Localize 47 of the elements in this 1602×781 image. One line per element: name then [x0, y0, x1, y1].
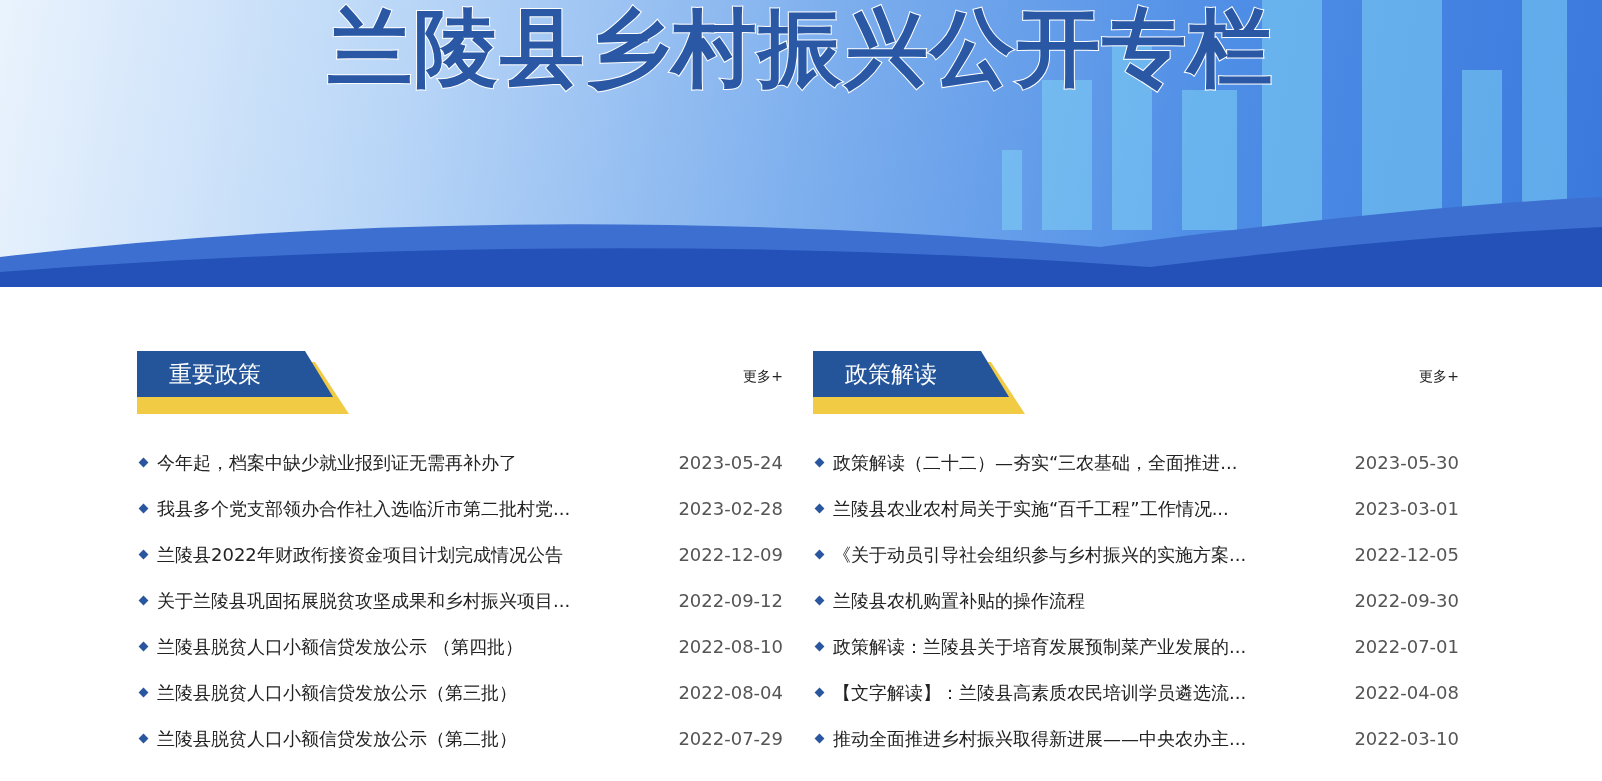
news-date: 2023-03-01	[1354, 496, 1459, 521]
news-date: 2022-08-10	[678, 634, 783, 659]
bullet-icon	[138, 641, 149, 651]
bullet-icon	[814, 549, 825, 559]
news-date: 2023-02-28	[678, 496, 783, 521]
more-link[interactable]: 更多+	[743, 366, 783, 387]
bullet-icon	[814, 595, 825, 605]
bullet-icon	[138, 457, 149, 467]
news-link[interactable]: 【文字解读】：兰陵县高素质农民培训学员遴选流...	[833, 678, 1355, 706]
news-link[interactable]: 今年起，档案中缺少就业报到证无需再补办了	[157, 448, 679, 476]
news-link[interactable]: 兰陵县农业农村局关于实施“百千工程”工作情况...	[833, 494, 1355, 522]
news-date: 2022-09-12	[678, 588, 783, 613]
news-date: 2023-05-30	[1354, 450, 1459, 475]
section-title: 政策解读	[813, 351, 1025, 414]
news-link[interactable]: 兰陵县脱贫人口小额信贷发放公示 （第四批）	[157, 632, 679, 660]
section-title: 重要政策	[137, 351, 349, 414]
bullet-icon	[814, 457, 825, 467]
news-link[interactable]: 我县多个党支部领办合作社入选临沂市第二批村党...	[157, 494, 679, 522]
news-link[interactable]: 兰陵县2022年财政衔接资金项目计划完成情况公告	[157, 540, 679, 568]
news-date: 2022-12-09	[678, 542, 783, 567]
bullet-icon	[138, 687, 149, 697]
news-link[interactable]: 推动全面推进乡村振兴取得新进展——中央农办主...	[833, 724, 1355, 752]
news-date: 2022-12-05	[1354, 542, 1459, 567]
news-date: 2022-09-30	[1354, 588, 1459, 613]
bullet-icon	[814, 687, 825, 697]
bullet-icon	[814, 641, 825, 651]
news-date: 2022-08-04	[678, 680, 783, 705]
more-link[interactable]: 更多+	[1419, 366, 1459, 387]
news-link[interactable]: 关于兰陵县巩固拓展脱贫攻坚成果和乡村振兴项目...	[157, 586, 679, 614]
news-link[interactable]: 兰陵县农机购置补贴的操作流程	[833, 586, 1355, 614]
bullet-icon	[138, 733, 149, 743]
bullet-icon	[814, 733, 825, 743]
news-date: 2022-07-01	[1354, 634, 1459, 659]
news-date: 2023-05-24	[678, 450, 783, 475]
news-date: 2022-07-29	[678, 726, 783, 751]
news-link[interactable]: 兰陵县脱贫人口小额信贷发放公示（第二批）	[157, 724, 679, 752]
news-link[interactable]: 政策解读（二十二）—夯实“三农基础，全面推进...	[833, 448, 1355, 476]
news-link[interactable]: 兰陵县脱贫人口小额信贷发放公示（第三批）	[157, 678, 679, 706]
bullet-icon	[138, 595, 149, 605]
bullet-icon	[138, 503, 149, 513]
page-title: 兰陵县乡村振兴公开专栏	[327, 0, 1275, 99]
bullet-icon	[138, 549, 149, 559]
news-link[interactable]: 政策解读：兰陵县关于培育发展预制菜产业发展的...	[833, 632, 1355, 660]
news-date: 2022-03-10	[1354, 726, 1459, 751]
news-date: 2022-04-08	[1354, 680, 1459, 705]
bullet-icon	[814, 503, 825, 513]
news-link[interactable]: 《关于动员引导社会组织参与乡村振兴的实施方案...	[833, 540, 1355, 568]
